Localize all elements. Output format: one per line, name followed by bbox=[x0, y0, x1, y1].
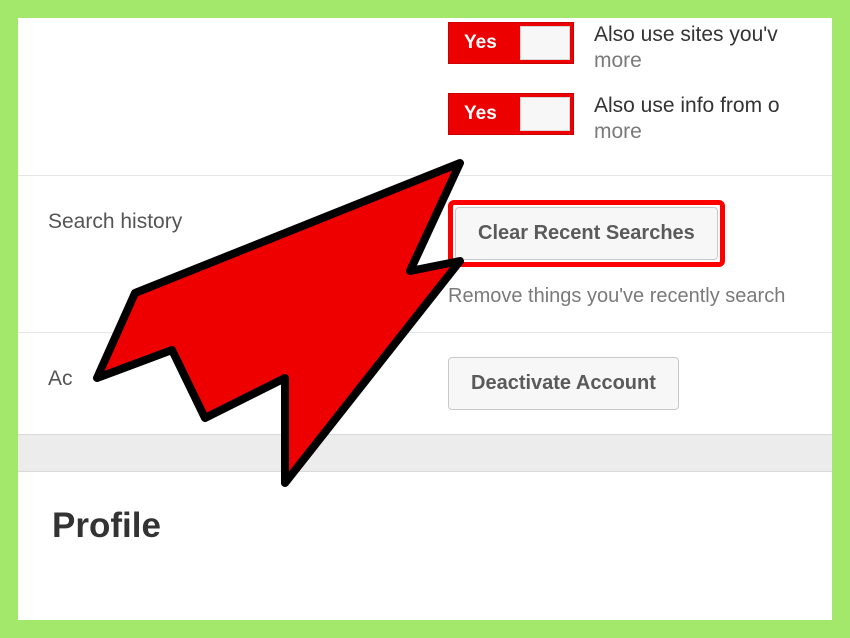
search-history-row: Search history Clear Recent Searches Rem… bbox=[18, 175, 832, 332]
toggle-info-more-link[interactable]: more bbox=[594, 120, 642, 143]
toggle-knob bbox=[520, 97, 570, 131]
account-row: Ac Deactivate Account bbox=[18, 332, 832, 434]
toggle-row-info: Yes Also use info from o more bbox=[448, 93, 832, 146]
personalization-controls: Yes Also use sites you'v more Yes Also u… bbox=[448, 22, 832, 145]
settings-window: Yes Also use sites you'v more Yes Also u… bbox=[18, 18, 832, 620]
toggle-row-sites: Yes Also use sites you'v more bbox=[448, 22, 832, 75]
section-divider bbox=[18, 434, 832, 472]
search-history-helper: Remove things you've recently search bbox=[448, 285, 832, 308]
personalization-label bbox=[48, 22, 448, 32]
account-label: Ac bbox=[48, 357, 448, 391]
toggle-info-state: Yes bbox=[464, 103, 497, 125]
toggle-info-desc: Also use info from o more bbox=[594, 93, 780, 146]
deactivate-account-button[interactable]: Deactivate Account bbox=[448, 357, 679, 410]
toggle-info[interactable]: Yes bbox=[448, 93, 574, 135]
toggle-sites[interactable]: Yes bbox=[448, 22, 574, 64]
toggle-info-desc-line1: Also use info from o bbox=[594, 94, 780, 117]
profile-heading: Profile bbox=[18, 472, 832, 606]
account-controls: Deactivate Account bbox=[448, 357, 832, 410]
clear-recent-searches-button[interactable]: Clear Recent Searches bbox=[455, 207, 718, 260]
toggle-sites-desc: Also use sites you'v more bbox=[594, 22, 778, 75]
personalization-row: Yes Also use sites you'v more Yes Also u… bbox=[18, 18, 832, 175]
toggle-sites-desc-line1: Also use sites you'v bbox=[594, 23, 778, 46]
toggle-knob bbox=[520, 26, 570, 60]
search-history-controls: Clear Recent Searches Remove things you'… bbox=[448, 200, 832, 308]
toggle-sites-more-link[interactable]: more bbox=[594, 49, 642, 72]
highlight-box: Clear Recent Searches bbox=[448, 200, 725, 267]
search-history-label: Search history bbox=[48, 200, 448, 234]
toggle-sites-state: Yes bbox=[464, 32, 497, 54]
